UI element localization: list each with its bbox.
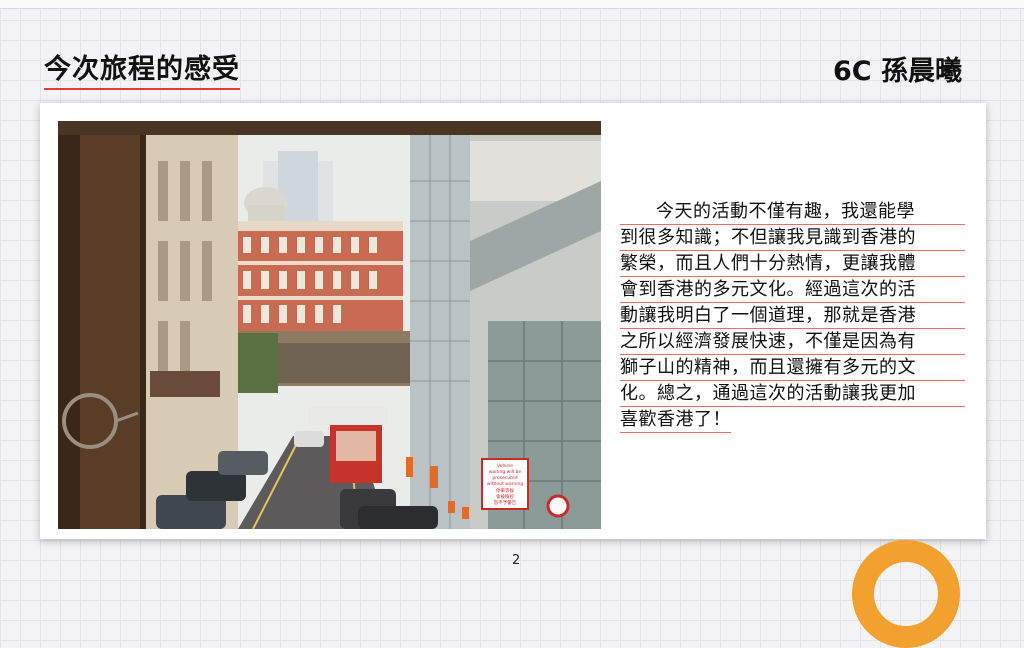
svg-text:prosecuted: prosecuted xyxy=(492,475,517,481)
text-line: 獅子山的精神，而且還擁有多元的文 xyxy=(620,355,965,381)
svg-text:without warning: without warning xyxy=(487,481,524,487)
street-photo: Vehicle waiting will be prosecuted witho… xyxy=(58,121,601,529)
svg-text:停車等候: 停車等候 xyxy=(496,487,514,494)
window-top-frame xyxy=(0,0,1024,9)
author-label: 6C 孫晨曦 xyxy=(832,56,962,87)
svg-text:恕不予警告: 恕不予警告 xyxy=(494,499,517,506)
text-line: 會到香港的多元文化。經過這次的活 xyxy=(620,277,965,303)
text-line: 繁榮，而且人們十分熱情，更讓我體 xyxy=(620,251,965,277)
svg-text:會被檢控: 會被檢控 xyxy=(496,493,514,500)
svg-text:waiting will be: waiting will be xyxy=(489,469,522,475)
reflection-text: 今天的活動不僅有趣，我還能學 到很多知識；不但讓我見識到香港的 繁榮，而且人們十… xyxy=(620,199,965,433)
decorative-arc xyxy=(852,540,960,648)
text-line: 到很多知識；不但讓我見識到香港的 xyxy=(620,225,965,251)
content-card: Vehicle waiting will be prosecuted witho… xyxy=(40,103,986,539)
text-line: 今天的活動不僅有趣，我還能學 xyxy=(620,199,965,225)
text-line: 動讓我明白了一個道理，那就是香港 xyxy=(620,303,965,329)
page-number: 2 xyxy=(512,553,521,568)
slide-title: 今次旅程的感受 xyxy=(44,54,240,90)
text-line: 喜歡香港了！ xyxy=(620,407,731,433)
text-line: 之所以經濟發展快速，不僅是因為有 xyxy=(620,329,965,355)
svg-text:Vehicle: Vehicle xyxy=(497,463,513,469)
text-line: 化。總之，通過這次的活動讓我更加 xyxy=(620,381,965,407)
